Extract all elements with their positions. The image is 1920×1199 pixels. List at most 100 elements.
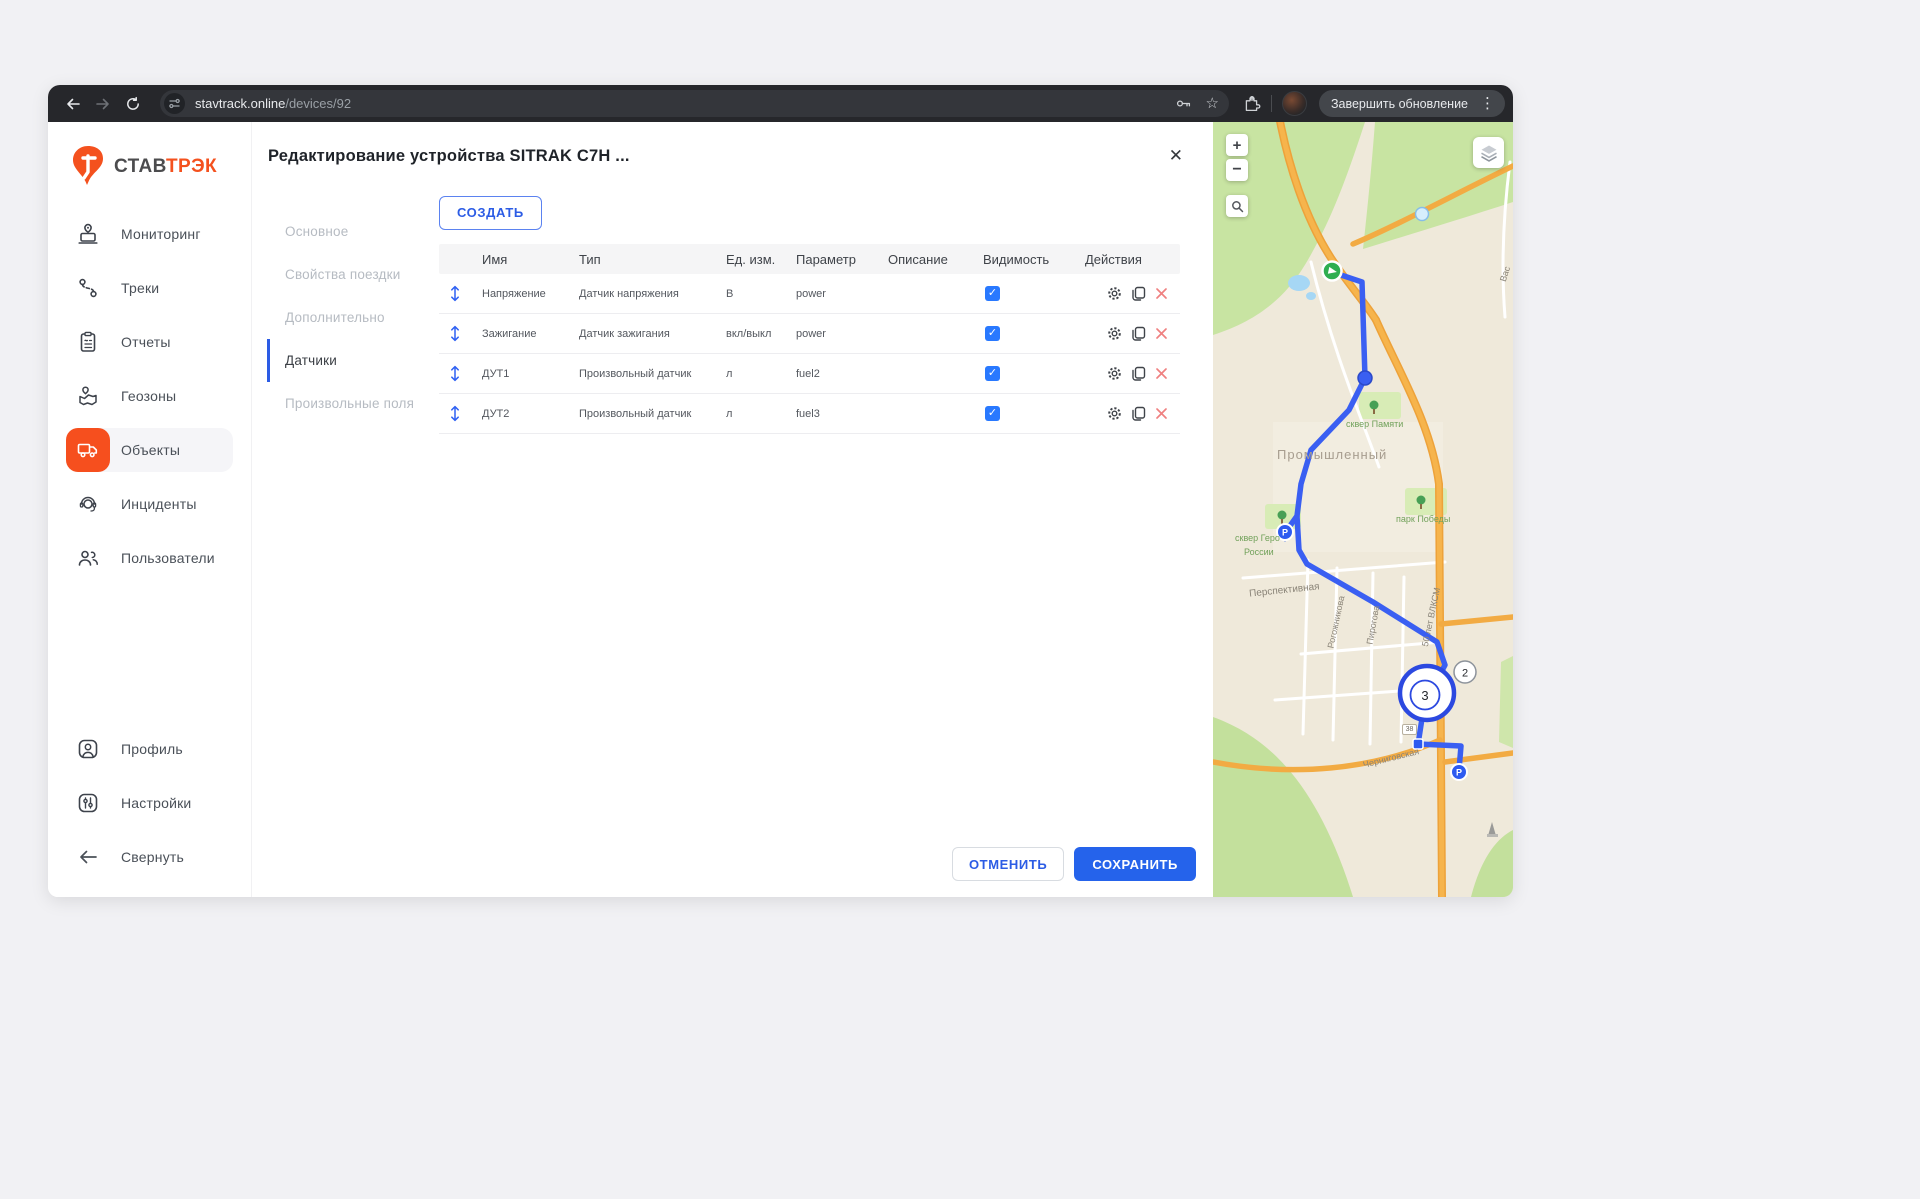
url-host: stavtrack.online xyxy=(195,96,285,111)
bookmark-star-icon[interactable]: ☆ xyxy=(1206,96,1219,111)
sidebar-item-users[interactable]: Пользователи xyxy=(66,536,233,580)
drag-handle-icon[interactable] xyxy=(448,365,462,382)
zoom-out-button[interactable]: − xyxy=(1226,159,1248,181)
sensor-delete-button[interactable] xyxy=(1154,406,1169,421)
tab-custom-fields[interactable]: Произвольные поля xyxy=(267,382,439,425)
col-actions: Действия xyxy=(1074,252,1180,267)
sensor-settings-button[interactable] xyxy=(1106,285,1123,302)
tracks-icon xyxy=(76,276,100,300)
cancel-button[interactable]: ОТМЕНИТЬ xyxy=(952,847,1064,881)
password-key-icon[interactable] xyxy=(1175,95,1192,112)
sensor-delete-button[interactable] xyxy=(1154,286,1169,301)
profile-avatar[interactable] xyxy=(1282,91,1307,116)
sensor-type: Датчик напряжения xyxy=(568,288,715,300)
table-row: ДУТ1 Произвольный датчик л fuel2 ✓ xyxy=(439,354,1180,394)
site-settings-button[interactable] xyxy=(164,93,185,114)
sensor-type: Произвольный датчик xyxy=(568,368,715,380)
gear-icon xyxy=(1106,325,1123,342)
sensor-copy-button[interactable] xyxy=(1130,405,1147,422)
finish-update-label: Завершить обновление xyxy=(1331,97,1468,111)
delete-x-icon xyxy=(1154,326,1169,341)
visibility-checkbox[interactable]: ✓ xyxy=(985,286,1000,301)
sensor-copy-button[interactable] xyxy=(1130,365,1147,382)
sidebar-item-label: Объекты xyxy=(121,442,180,458)
gear-icon xyxy=(1106,405,1123,422)
sidebar: СТАВТРЭК Мониторинг Треки Отчеты Геозо xyxy=(48,122,252,897)
sensor-delete-button[interactable] xyxy=(1154,326,1169,341)
sensor-settings-button[interactable] xyxy=(1106,405,1123,422)
sidebar-item-label: Геозоны xyxy=(121,388,176,404)
copy-icon xyxy=(1130,285,1147,302)
sidebar-item-settings[interactable]: Настройки xyxy=(66,781,233,825)
monitoring-icon xyxy=(76,222,100,246)
tab-main[interactable]: Основное xyxy=(267,210,439,253)
sensor-name: ДУТ2 xyxy=(471,408,568,420)
tab-trip-properties[interactable]: Свойства поездки xyxy=(267,253,439,296)
sidebar-item-label: Свернуть xyxy=(121,849,184,865)
sidebar-item-monitoring[interactable]: Мониторинг xyxy=(66,212,233,256)
forward-button[interactable] xyxy=(90,91,116,117)
browser-toolbar: stavtrack.online/devices/92 ☆ Завершить … xyxy=(48,85,1513,122)
sensor-param: power xyxy=(785,288,877,300)
edit-tabs: Основное Свойства поездки Дополнительно … xyxy=(252,196,439,434)
tune-icon xyxy=(168,97,181,110)
sidebar-item-objects[interactable]: Объекты xyxy=(66,428,233,472)
tab-sensors[interactable]: Датчики xyxy=(267,339,439,382)
finish-update-button[interactable]: Завершить обновление ⋮ xyxy=(1319,90,1505,117)
sidebar-item-label: Инциденты xyxy=(121,496,197,512)
sidebar-menu: Мониторинг Треки Отчеты Геозоны Объекты xyxy=(48,212,251,580)
reload-button[interactable] xyxy=(120,91,146,117)
table-row: Напряжение Датчик напряжения В power ✓ xyxy=(439,274,1180,314)
save-button[interactable]: СОХРАНИТЬ xyxy=(1074,847,1196,881)
sensor-type: Датчик зажигания xyxy=(568,328,715,340)
delete-x-icon xyxy=(1154,366,1169,381)
visibility-checkbox[interactable]: ✓ xyxy=(985,406,1000,421)
sidebar-item-label: Мониторинг xyxy=(121,226,201,242)
sidebar-item-collapse[interactable]: Свернуть xyxy=(66,835,233,879)
col-description: Описание xyxy=(877,252,972,267)
truck-icon xyxy=(76,438,100,462)
visibility-checkbox[interactable]: ✓ xyxy=(985,326,1000,341)
back-icon xyxy=(65,96,81,112)
page-title: Редактирование устройства SITRAK C7H ... xyxy=(268,147,630,166)
sidebar-item-tracks[interactable]: Треки xyxy=(66,266,233,310)
sidebar-item-profile[interactable]: Профиль xyxy=(66,727,233,771)
url-text[interactable]: stavtrack.online/devices/92 xyxy=(195,96,1175,111)
geozones-icon xyxy=(76,384,100,408)
sensor-unit: В xyxy=(715,288,785,300)
gear-icon xyxy=(1106,285,1123,302)
col-name: Имя xyxy=(471,252,568,267)
map-panel[interactable]: P P 3 2 Промышленный сквер Памяти парк xyxy=(1213,122,1513,897)
sidebar-item-label: Настройки xyxy=(121,795,191,811)
sensors-table: Имя Тип Ед. изм. Параметр Описание Видим… xyxy=(439,244,1180,434)
sensor-settings-button[interactable] xyxy=(1106,325,1123,342)
sensor-copy-button[interactable] xyxy=(1130,325,1147,342)
map-layers-button[interactable] xyxy=(1473,137,1504,168)
close-icon[interactable]: ✕ xyxy=(1163,144,1189,168)
sidebar-item-label: Треки xyxy=(121,280,159,296)
sensor-copy-button[interactable] xyxy=(1130,285,1147,302)
zoom-in-button[interactable]: + xyxy=(1226,134,1248,156)
sensor-settings-button[interactable] xyxy=(1106,365,1123,382)
address-bar[interactable]: stavtrack.online/devices/92 ☆ xyxy=(160,90,1229,117)
drag-handle-icon[interactable] xyxy=(448,405,462,422)
logo[interactable]: СТАВТРЭК xyxy=(48,136,251,198)
extensions-icon[interactable] xyxy=(1243,95,1261,113)
drag-handle-icon[interactable] xyxy=(448,325,462,342)
reports-icon xyxy=(76,330,100,354)
toolbar-separator xyxy=(1271,95,1272,112)
road-number-badge: 38 xyxy=(1402,724,1417,735)
browser-menu-icon[interactable]: ⋮ xyxy=(1476,96,1499,111)
profile-icon xyxy=(76,737,100,761)
create-button[interactable]: СОЗДАТЬ xyxy=(439,196,542,230)
sidebar-item-reports[interactable]: Отчеты xyxy=(66,320,233,364)
sidebar-item-incidents[interactable]: Инциденты xyxy=(66,482,233,526)
sidebar-item-geozones[interactable]: Геозоны xyxy=(66,374,233,418)
drag-handle-icon[interactable] xyxy=(448,285,462,302)
back-button[interactable] xyxy=(60,91,86,117)
sensor-delete-button[interactable] xyxy=(1154,366,1169,381)
tab-additional[interactable]: Дополнительно xyxy=(267,296,439,339)
visibility-checkbox[interactable]: ✓ xyxy=(985,366,1000,381)
map-search-button[interactable] xyxy=(1226,195,1248,217)
copy-icon xyxy=(1130,405,1147,422)
